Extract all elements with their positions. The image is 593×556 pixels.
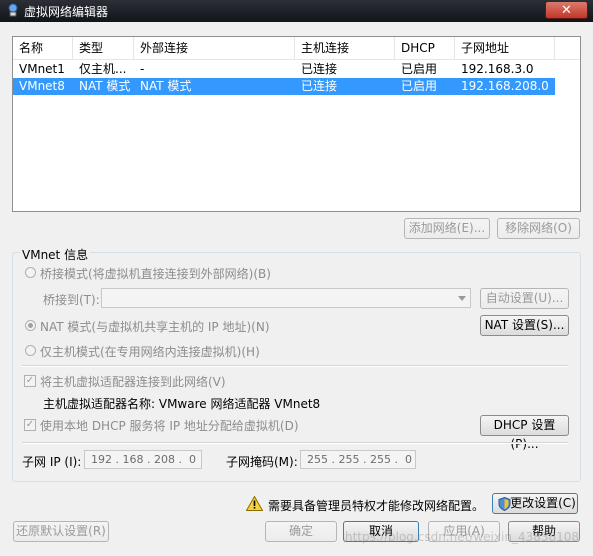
table-row[interactable]: VMnet1 仅主机... - 已连接 已启用 192.168.3.0	[13, 61, 555, 78]
column-header-name[interactable]: 名称	[13, 37, 73, 59]
ok-button[interactable]: 确定	[265, 521, 337, 542]
column-header-subnet[interactable]: 子网地址	[455, 37, 555, 59]
cell-type: NAT 模式	[79, 79, 131, 93]
auto-settings-button[interactable]: 自动设置(U)...	[480, 288, 569, 309]
column-header-dhcp[interactable]: DHCP	[395, 37, 455, 59]
title-bar: 虚拟网络编辑器 ✕	[0, 0, 593, 22]
column-header-external[interactable]: 外部连接	[134, 37, 295, 59]
list-header: 名称 类型 外部连接 主机连接 DHCP 子网地址	[13, 37, 580, 60]
subnet-ip-field[interactable]: 192 . 168 . 208 . 0	[84, 450, 202, 469]
cell-dhcp: 已启用	[401, 79, 438, 93]
watermark-text: https://blog.csdn.net/weixin_43838108	[345, 530, 580, 544]
subnet-mask-label: 子网掩码(M):	[226, 455, 298, 469]
cell-dhcp: 已启用	[401, 62, 438, 76]
dhcp-settings-button[interactable]: DHCP 设置(P)...	[480, 415, 569, 451]
subnet-ip-label: 子网 IP (I):	[22, 455, 82, 469]
nat-settings-button[interactable]: NAT 设置(S)...	[480, 315, 569, 336]
window-title: 虚拟网络编辑器	[24, 5, 109, 19]
cell-subnet: 192.168.208.0	[461, 79, 549, 93]
connect-adapter-label: 将主机虚拟适配器连接到此网络(V)	[40, 375, 226, 389]
divider	[22, 365, 568, 367]
vmnet-info-group	[12, 252, 581, 482]
host-only-label: 仅主机模式(在专用网络内连接虚拟机)(H)	[40, 345, 260, 359]
cell-type: 仅主机...	[79, 62, 127, 76]
cell-external: NAT 模式	[140, 79, 192, 93]
shield-icon	[498, 497, 511, 511]
bridge-mode-label: 桥接模式(将虚拟机直接连接到外部网络)(B)	[40, 267, 271, 281]
cell-host: 已连接	[301, 79, 338, 93]
network-list[interactable]: 名称 类型 外部连接 主机连接 DHCP 子网地址 VMnet1 仅主机... …	[12, 36, 581, 212]
connect-adapter-checkbox[interactable]: ✓	[24, 375, 36, 387]
divider	[22, 442, 568, 444]
restore-defaults-button[interactable]: 还原默认设置(R)	[13, 521, 109, 542]
use-dhcp-label: 使用本地 DHCP 服务将 IP 地址分配给虚拟机(D)	[40, 419, 299, 433]
remove-network-button[interactable]: 移除网络(O)	[497, 218, 580, 239]
nat-mode-label: NAT 模式(与虚拟机共享主机的 IP 地址)(N)	[40, 320, 270, 334]
bridge-to-select[interactable]	[101, 288, 471, 308]
bridge-to-label: 桥接到(T):	[43, 293, 100, 307]
chevron-down-icon	[458, 296, 466, 301]
cell-host: 已连接	[301, 62, 338, 76]
column-header-type[interactable]: 类型	[73, 37, 134, 59]
network-editor-icon	[8, 3, 18, 17]
cell-name: VMnet1	[19, 62, 65, 76]
change-settings-label: 更改设置(C)	[510, 496, 576, 510]
host-only-radio[interactable]	[25, 345, 36, 356]
vmnet-info-label: VMnet 信息	[20, 246, 91, 263]
admin-notice-text: 需要具备管理员特权才能修改网络配置。	[268, 499, 485, 513]
warning-icon	[246, 496, 263, 511]
add-network-button[interactable]: 添加网络(E)...	[404, 218, 490, 239]
column-header-host[interactable]: 主机连接	[295, 37, 395, 59]
table-row-selected[interactable]: VMnet8 NAT 模式 NAT 模式 已连接 已启用 192.168.208…	[13, 78, 555, 95]
subnet-mask-field[interactable]: 255 . 255 . 255 . 0	[300, 450, 416, 469]
use-dhcp-checkbox[interactable]: ✓	[24, 419, 36, 431]
nat-mode-radio[interactable]	[25, 320, 36, 331]
cell-external: -	[140, 62, 145, 76]
bridge-mode-radio[interactable]	[25, 267, 36, 278]
adapter-name-text: 主机虚拟适配器名称: VMware 网络适配器 VMnet8	[43, 397, 321, 411]
cell-name: VMnet8	[19, 79, 65, 93]
cell-subnet: 192.168.3.0	[461, 62, 534, 76]
close-button[interactable]: ✕	[545, 1, 588, 19]
